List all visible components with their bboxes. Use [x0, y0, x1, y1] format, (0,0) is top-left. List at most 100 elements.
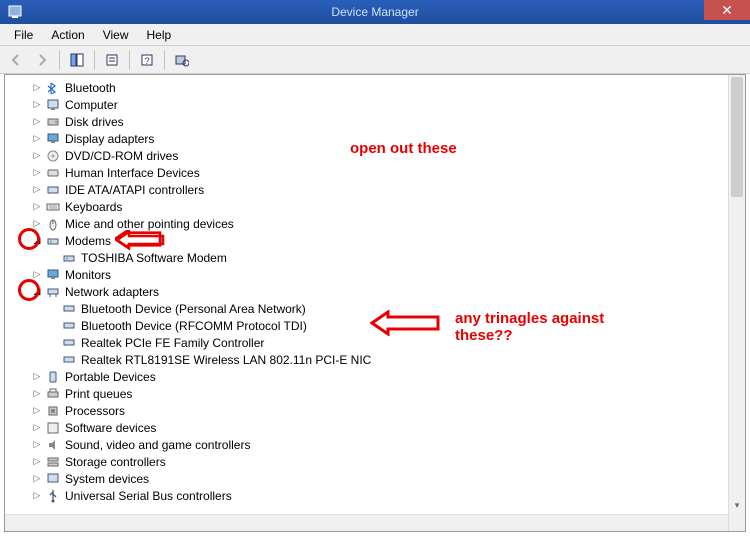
expand-icon[interactable]: ▷ — [31, 150, 43, 162]
node-label: Storage controllers — [65, 455, 166, 469]
tree-node-bt-pan[interactable]: Bluetooth Device (Personal Area Network) — [13, 300, 745, 317]
expand-icon[interactable]: ▷ — [31, 490, 43, 502]
close-button[interactable]: ✕ — [704, 0, 750, 20]
vertical-scrollbar[interactable]: ▴ ▾ — [728, 75, 745, 531]
tree-node-network[interactable]: ◢ Network adapters — [13, 283, 745, 300]
modem-icon — [61, 250, 77, 266]
computer-icon — [45, 97, 61, 113]
expand-icon[interactable]: ▷ — [31, 201, 43, 213]
tree-node-bluetooth[interactable]: ▷ Bluetooth — [13, 79, 745, 96]
title-bar: Device Manager ✕ — [0, 0, 750, 24]
printer-icon — [45, 386, 61, 402]
tree-node-bt-rfcomm[interactable]: Bluetooth Device (RFCOMM Protocol TDI) — [13, 317, 745, 334]
expand-icon[interactable]: ▷ — [31, 456, 43, 468]
expand-icon[interactable]: ▷ — [31, 269, 43, 281]
menu-file[interactable]: File — [6, 26, 41, 44]
expand-icon[interactable]: ▷ — [31, 473, 43, 485]
node-label: DVD/CD-ROM drives — [65, 149, 178, 163]
tree-node-display-adapters[interactable]: ▷ Display adapters — [13, 130, 745, 147]
tree-node-disk-drives[interactable]: ▷ Disk drives — [13, 113, 745, 130]
storage-icon — [45, 454, 61, 470]
network-icon — [45, 284, 61, 300]
monitor-icon — [45, 267, 61, 283]
tree-node-dvd[interactable]: ▷ DVD/CD-ROM drives — [13, 147, 745, 164]
expand-icon[interactable]: ▷ — [31, 439, 43, 451]
tree-node-monitors[interactable]: ▷ Monitors — [13, 266, 745, 283]
device-tree: ▷ Bluetooth ▷ Computer ▷ Disk drives ▷ D… — [5, 75, 745, 508]
dvd-icon — [45, 148, 61, 164]
properties-button[interactable] — [100, 49, 124, 71]
expand-icon[interactable]: ▷ — [31, 167, 43, 179]
tree-node-keyboards[interactable]: ▷ Keyboards — [13, 198, 745, 215]
node-label: Universal Serial Bus controllers — [65, 489, 232, 503]
tree-node-hid[interactable]: ▷ Human Interface Devices — [13, 164, 745, 181]
tree-node-toshiba-modem[interactable]: TOSHIBA Software Modem — [13, 249, 745, 266]
tree-node-system[interactable]: ▷ System devices — [13, 470, 745, 487]
node-label: System devices — [65, 472, 149, 486]
tree-node-processors[interactable]: ▷ Processors — [13, 402, 745, 419]
network-adapter-icon — [61, 335, 77, 351]
svg-text:?: ? — [144, 56, 149, 66]
app-icon — [4, 1, 26, 23]
tree-node-realtek-fe[interactable]: Realtek PCIe FE Family Controller — [13, 334, 745, 351]
modem-icon — [45, 233, 61, 249]
tree-node-storage[interactable]: ▷ Storage controllers — [13, 453, 745, 470]
scroll-down-icon[interactable]: ▾ — [729, 497, 745, 514]
node-label: Bluetooth — [65, 81, 116, 95]
scroll-thumb[interactable] — [731, 77, 743, 197]
node-label: Monitors — [65, 268, 111, 282]
menu-action[interactable]: Action — [43, 26, 92, 44]
software-icon — [45, 420, 61, 436]
node-label: Bluetooth Device (RFCOMM Protocol TDI) — [81, 319, 307, 333]
horizontal-scrollbar[interactable] — [5, 514, 728, 531]
expand-icon[interactable]: ▷ — [31, 184, 43, 196]
expand-icon[interactable]: ▷ — [31, 99, 43, 111]
bluetooth-icon — [45, 80, 61, 96]
node-label: Processors — [65, 404, 125, 418]
expand-icon[interactable]: ▷ — [31, 388, 43, 400]
node-label: Bluetooth Device (Personal Area Network) — [81, 302, 306, 316]
help-button[interactable]: ? — [135, 49, 159, 71]
forward-button[interactable] — [30, 49, 54, 71]
tree-node-usb[interactable]: ▷ Universal Serial Bus controllers — [13, 487, 745, 504]
node-label: Sound, video and game controllers — [65, 438, 250, 452]
toolbar-separator — [164, 50, 165, 70]
hid-icon — [45, 165, 61, 181]
tree-node-software-devices[interactable]: ▷ Software devices — [13, 419, 745, 436]
tree-node-portable[interactable]: ▷ Portable Devices — [13, 368, 745, 385]
tree-node-modems[interactable]: ◢ Modems — [13, 232, 745, 249]
expand-icon[interactable]: ▷ — [31, 218, 43, 230]
node-label: Disk drives — [65, 115, 124, 129]
node-label: Software devices — [65, 421, 156, 435]
expand-icon[interactable]: ▷ — [31, 405, 43, 417]
window-title: Device Manager — [331, 5, 418, 19]
back-button[interactable] — [4, 49, 28, 71]
tree-node-mice[interactable]: ▷ Mice and other pointing devices — [13, 215, 745, 232]
expand-icon[interactable]: ▷ — [31, 422, 43, 434]
menu-bar: File Action View Help — [0, 24, 750, 46]
toolbar-separator — [129, 50, 130, 70]
menu-help[interactable]: Help — [139, 26, 180, 44]
tree-node-ide[interactable]: ▷ IDE ATA/ATAPI controllers — [13, 181, 745, 198]
tree-node-print-queues[interactable]: ▷ Print queues — [13, 385, 745, 402]
portable-icon — [45, 369, 61, 385]
menu-view[interactable]: View — [95, 26, 137, 44]
network-adapter-icon — [61, 301, 77, 317]
node-label: Network adapters — [65, 285, 159, 299]
collapse-icon[interactable]: ◢ — [31, 235, 43, 247]
tree-node-realtek-wlan[interactable]: Realtek RTL8191SE Wireless LAN 802.11n P… — [13, 351, 745, 368]
node-label: TOSHIBA Software Modem — [81, 251, 227, 265]
cpu-icon — [45, 403, 61, 419]
node-label: Keyboards — [65, 200, 122, 214]
expand-icon[interactable]: ▷ — [31, 82, 43, 94]
collapse-icon[interactable]: ◢ — [31, 286, 43, 298]
show-hide-tree-button[interactable] — [65, 49, 89, 71]
tree-node-computer[interactable]: ▷ Computer — [13, 96, 745, 113]
device-tree-panel: ▴ ▾ ▷ Bluetooth ▷ Computer ▷ Disk drives… — [4, 74, 746, 532]
expand-icon[interactable]: ▷ — [31, 116, 43, 128]
expand-icon[interactable]: ▷ — [31, 133, 43, 145]
scan-hardware-button[interactable] — [170, 49, 194, 71]
tree-node-sound[interactable]: ▷ Sound, video and game controllers — [13, 436, 745, 453]
expand-icon[interactable]: ▷ — [31, 371, 43, 383]
display-icon — [45, 131, 61, 147]
